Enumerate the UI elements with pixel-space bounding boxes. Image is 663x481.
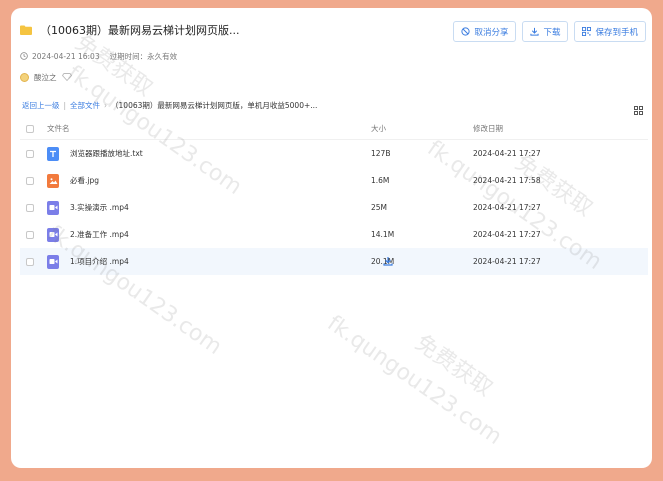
share-meta: 2024-04-21 16:03 过期时间：永久有效: [20, 51, 177, 62]
file-table: 文件名 大小 修改日期 浏览器跟播放地址.txt 127B 2024-04-21 1…: [20, 118, 648, 275]
file-size: 1.6M: [371, 176, 390, 185]
select-all-checkbox[interactable]: [26, 124, 34, 133]
file-date: 2024-04-21 17:58: [473, 176, 541, 185]
table-row[interactable]: 必看.jpg 1.6M 2024-04-21 17:58: [20, 167, 648, 194]
share-title: （10063期）最新网易云梯计划网页版...: [40, 24, 240, 37]
breadcrumb-chevron: ›: [104, 101, 108, 110]
avatar: [20, 73, 29, 82]
sharer-info: 酸泣之: [20, 72, 72, 83]
header-size[interactable]: 大小: [371, 123, 473, 134]
save-to-phone-button[interactable]: 保存到手机: [574, 21, 646, 42]
file-name[interactable]: 必看.jpg: [70, 175, 99, 186]
file-size: 14.1M: [371, 230, 395, 239]
file-name[interactable]: 1.项目介绍 .mp4: [70, 256, 129, 267]
file-name-cell: 1.项目介绍 .mp4: [20, 254, 360, 269]
download-label: 下载: [543, 27, 561, 38]
file-name[interactable]: 3.实操演示 .mp4: [70, 202, 129, 213]
expiry-text: 过期时间：永久有效: [109, 52, 178, 61]
back-link[interactable]: 返回上一级: [22, 100, 60, 111]
table-header: 文件名 大小 修改日期: [20, 118, 648, 140]
file-name-cell: 2.准备工作 .mp4: [20, 227, 360, 242]
file-name-cell: 必看.jpg: [20, 173, 360, 188]
file-name-cell: 浏览器跟播放地址.txt: [20, 146, 360, 161]
header-name[interactable]: 文件名: [20, 123, 360, 134]
file-rows: 浏览器跟播放地址.txt 127B 2024-04-21 17:27 必看.jpg 1.…: [20, 140, 648, 275]
cancel-share-label: 取消分享: [474, 27, 509, 38]
share-card: （10063期）最新网易云梯计划网页版... 取消分享 下载 保存到手机 202…: [11, 8, 652, 468]
file-size: 127B: [371, 149, 391, 158]
table-row[interactable]: 3.实操演示 .mp4 25M 2024-04-21 17:27: [20, 194, 648, 221]
video-file-icon: [47, 200, 59, 215]
cancel-share-icon: [461, 27, 471, 36]
file-date: 2024-04-21 17:27: [473, 203, 541, 212]
clock-icon: [20, 51, 28, 62]
file-date: 2024-04-21 17:27: [473, 257, 541, 266]
txt-file-icon: [47, 146, 59, 161]
file-name[interactable]: 2.准备工作 .mp4: [70, 229, 129, 240]
header-actions: 取消分享 下载 保存到手机: [453, 21, 646, 42]
watermark: 免费获取: [410, 330, 497, 402]
header-date[interactable]: 修改日期: [473, 123, 623, 134]
watermark: fk.qungou123.com: [322, 310, 507, 451]
file-date: 2024-04-21 17:27: [473, 230, 541, 239]
root-link[interactable]: 全部文件: [70, 100, 100, 111]
breadcrumb: 返回上一级 | 全部文件 › （10063期）最新网易云梯计划网页版，单机月收益…: [22, 100, 317, 111]
table-row[interactable]: 浏览器跟播放地址.txt 127B 2024-04-21 17:27: [20, 140, 648, 167]
sharer-name: 酸泣之: [34, 73, 57, 82]
current-folder: （10063期）最新网易云梯计划网页版，单机月收益5000+...: [111, 101, 318, 110]
file-name-cell: 3.实操演示 .mp4: [20, 200, 360, 215]
folder-icon: [20, 25, 32, 35]
save-to-phone-label: 保存到手机: [595, 27, 638, 38]
diamond-icon: [61, 72, 72, 83]
row-checkbox[interactable]: [26, 176, 34, 185]
title-row: （10063期）最新网易云梯计划网页版...: [20, 22, 239, 38]
breadcrumb-separator: |: [63, 101, 67, 110]
qr-code-icon: [582, 27, 592, 36]
file-size: 25M: [371, 203, 388, 212]
image-file-icon: [47, 173, 59, 188]
download-icon: [530, 27, 540, 36]
row-checkbox[interactable]: [26, 149, 34, 158]
table-row[interactable]: 1.项目介绍 .mp4 20.1M 2024-04-21 17:27: [20, 248, 648, 275]
file-date: 2024-04-21 17:27: [473, 149, 541, 158]
table-row[interactable]: 2.准备工作 .mp4 14.1M 2024-04-21 17:27: [20, 221, 648, 248]
row-checkbox[interactable]: [26, 203, 34, 212]
grid-view-icon[interactable]: [634, 100, 643, 115]
row-checkbox[interactable]: [26, 230, 34, 239]
cancel-share-button[interactable]: 取消分享: [453, 21, 517, 42]
created-time: 2024-04-21 16:03: [32, 52, 100, 61]
row-checkbox[interactable]: [26, 257, 34, 266]
video-file-icon: [47, 227, 59, 242]
video-file-icon: [47, 254, 59, 269]
row-download-icon[interactable]: [383, 256, 393, 268]
download-button[interactable]: 下载: [522, 21, 569, 42]
file-name[interactable]: 浏览器跟播放地址.txt: [70, 148, 143, 159]
